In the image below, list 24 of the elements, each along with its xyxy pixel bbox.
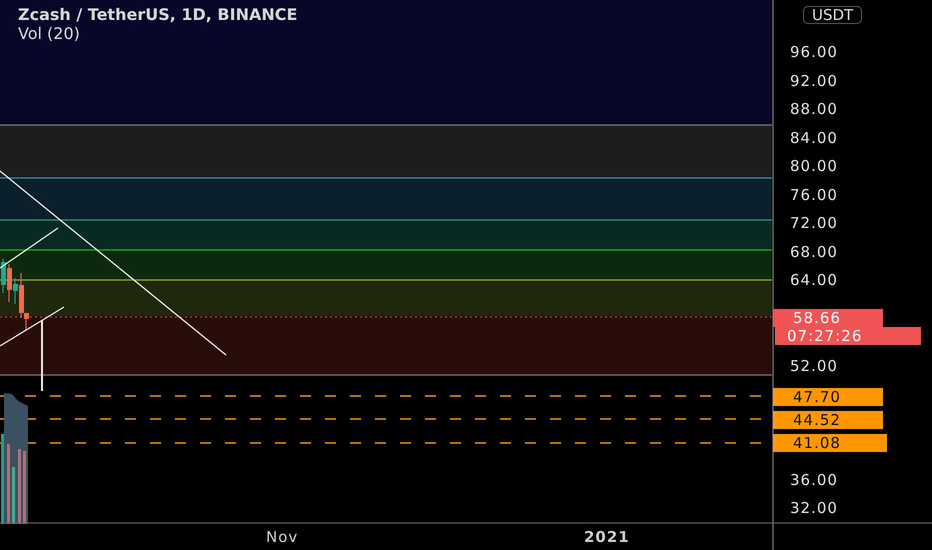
alert-price-tag: 47.70 [773,388,883,406]
symbol-title: Zcash / TetherUS, 1D, BINANCE [18,5,298,24]
alert-price-tag: 41.08 [773,434,887,452]
price-axis-label: 96.00 [790,43,838,61]
price-axis-label: 32.00 [790,499,838,517]
time-axis-label: 2021 [584,528,630,546]
currency-label[interactable]: USDT [803,6,862,24]
time-axis-label: Nov [266,528,298,546]
countdown-tag: 07:27:26 [775,327,921,345]
price-axis-label: 36.00 [790,471,838,489]
last-price-tag: 58.66 [773,309,883,327]
price-axis-label: 68.00 [790,243,838,261]
price-axis-label: 92.00 [790,72,838,90]
alert-price-tag: 44.52 [773,411,883,429]
volume-bar [12,467,15,524]
price-axis-label: 80.00 [790,157,838,175]
price-axis-label: 72.00 [790,214,838,232]
indicator-label: Vol (20) [18,24,81,43]
price-axis-label: 76.00 [790,186,838,204]
price-axis-label: 64.00 [790,271,838,289]
price-axis-label: 52.00 [790,357,838,375]
price-axis-label: 84.00 [790,129,838,147]
vertical-line [41,320,43,391]
price-axis-label: 88.00 [790,100,838,118]
